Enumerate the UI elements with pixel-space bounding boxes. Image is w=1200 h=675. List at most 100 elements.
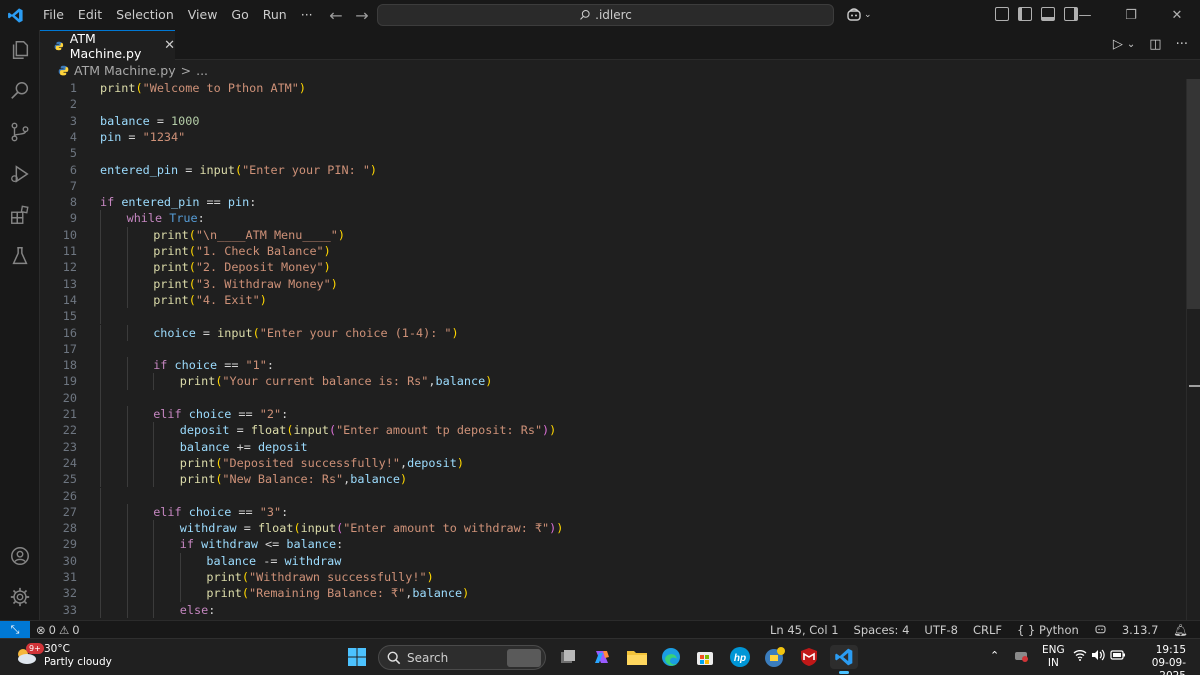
copilot-button[interactable]: ⌄	[846, 7, 872, 23]
volume-icon[interactable]	[1091, 649, 1105, 664]
code-line[interactable]: 19 print("Your current balance is: Rs",ba…	[40, 373, 1186, 390]
problems-indicator[interactable]: ⊗ 0 ⚠ 0	[36, 621, 80, 639]
code-line[interactable]: 10 print("\n____ATM Menu____")	[40, 226, 1186, 243]
code-line[interactable]: 1 print("Welcome to Pthon ATM")	[40, 80, 1186, 96]
task-view-icon[interactable]	[556, 645, 580, 669]
code-line[interactable]: 14 print("4. Exit")	[40, 291, 1186, 309]
accounts-icon[interactable]	[8, 544, 32, 568]
code-line[interactable]: 17	[40, 340, 1186, 358]
code-line[interactable]: 31 print("Withdrawn successfully!")	[40, 569, 1186, 586]
copilot-app-icon[interactable]	[590, 645, 614, 669]
weather-widget[interactable]: 9+ 30°C Partly cloudy	[14, 643, 112, 669]
testing-flask-icon[interactable]	[8, 244, 32, 268]
menu-view[interactable]: View	[181, 0, 225, 30]
arrow-right-icon[interactable]: →	[354, 6, 370, 25]
scrollbar-thumb[interactable]	[1187, 79, 1200, 309]
code-line[interactable]: 6 entered_pin = input("Enter your PIN: ")	[40, 162, 1186, 178]
arrow-left-icon[interactable]: ←	[328, 6, 344, 25]
explorer-icon[interactable]	[8, 38, 32, 62]
code-line[interactable]: 32 print("Remaining Balance: ₹",balance)	[40, 585, 1186, 602]
code-line[interactable]: 30 balance -= withdraw	[40, 552, 1186, 569]
code-line[interactable]: 8 if entered_pin == pin:	[40, 194, 1186, 210]
settings-gear-icon[interactable]	[8, 585, 32, 609]
close-icon[interactable]: ✕	[164, 38, 175, 53]
breadcrumb-more[interactable]: ...	[196, 63, 208, 78]
code-line[interactable]: 3 balance = 1000	[40, 113, 1186, 129]
show-hidden-icons-chevron-icon[interactable]: ⌃	[990, 649, 999, 662]
wifi-icon[interactable]	[1073, 649, 1087, 664]
menu-selection[interactable]: Selection	[109, 0, 181, 30]
code-line[interactable]: 13 print("3. Withdraw Money")	[40, 275, 1186, 292]
restore-icon[interactable]: ❐	[1108, 0, 1154, 30]
code-line[interactable]: 22 deposit = float(input("Enter amount tp…	[40, 422, 1186, 439]
search-icon[interactable]	[8, 79, 32, 103]
start-windows-icon[interactable]	[345, 645, 369, 669]
file-explorer-icon[interactable]	[625, 645, 649, 669]
customize-layout-icon[interactable]	[995, 7, 1009, 21]
cursor-position[interactable]: Ln 45, Col 1	[770, 623, 839, 637]
breadcrumb-file[interactable]: ATM Machine.py	[74, 63, 176, 78]
menu-file[interactable]: File	[36, 0, 71, 30]
mcafee-icon[interactable]	[797, 645, 821, 669]
code-line[interactable]: 15	[40, 308, 1186, 325]
tray-app-icon[interactable]	[1014, 649, 1028, 666]
python-version[interactable]: 3.13.7	[1122, 623, 1159, 637]
run-and-debug-icon[interactable]	[8, 162, 32, 186]
code-editor[interactable]: 1 print("Welcome to Pthon ATM") 2 3 balance …	[40, 79, 1186, 620]
encoding[interactable]: UTF-8	[924, 623, 958, 637]
code-line[interactable]: 16 choice = input("Enter your choice (1-4…	[40, 324, 1186, 341]
menu-edit[interactable]: Edit	[71, 0, 109, 30]
code-line[interactable]: 33 else:	[40, 601, 1186, 618]
code-line[interactable]: 12 print("2. Deposit Money")	[40, 259, 1186, 276]
code-line[interactable]: 29 if withdraw <= balance:	[40, 536, 1186, 553]
tab-atm-machine-py[interactable]: ATM Machine.py ✕	[40, 30, 175, 61]
code-line[interactable]: 20	[40, 389, 1186, 406]
code-line[interactable]: 7	[40, 178, 1186, 194]
taskbar-clock[interactable]: 19:15 09-09-2025	[1130, 644, 1186, 675]
menu-more[interactable]: ···	[294, 0, 320, 30]
copilot-status-icon[interactable]	[1094, 623, 1107, 638]
editor-scrollbar[interactable]	[1186, 79, 1200, 620]
code-line[interactable]: 5	[40, 145, 1186, 161]
notifications-bell-icon[interactable]: 🔔︎	[1173, 623, 1188, 637]
code-line[interactable]: 27 elif choice == "3":	[40, 503, 1186, 521]
python-idle-app-icon[interactable]	[763, 645, 787, 669]
code-line[interactable]: 11 print("1. Check Balance")	[40, 243, 1186, 260]
code-line[interactable]: 4 pin = "1234"	[40, 129, 1186, 145]
menu-run[interactable]: Run	[256, 0, 294, 30]
remote-window-icon[interactable]: ⤡	[0, 621, 30, 639]
edge-browser-icon[interactable]	[659, 645, 683, 669]
vscode-taskbar-icon[interactable]	[830, 645, 858, 674]
close-icon[interactable]: ✕	[1154, 0, 1200, 30]
battery-icon[interactable]	[1110, 649, 1126, 664]
indentation[interactable]: Spaces: 4	[854, 623, 910, 637]
language-mode[interactable]: { } Python	[1017, 623, 1079, 637]
command-center-search[interactable]: .idlerc	[377, 4, 834, 26]
code-token: "Enter amount to withdraw: ₹"	[343, 521, 550, 536]
chevron-down-icon[interactable]: ⌄	[1127, 39, 1135, 50]
more-actions-icon[interactable]: ···	[1176, 37, 1188, 52]
code-line[interactable]: 25 print("New Balance: Rs",balance)	[40, 471, 1186, 488]
menu-go[interactable]: Go	[224, 0, 255, 30]
microsoft-store-icon[interactable]	[693, 645, 717, 669]
run-python-file-icon[interactable]: ▷	[1113, 37, 1123, 52]
code-line[interactable]: 9 while True:	[40, 210, 1186, 227]
toggle-panel-icon[interactable]	[1041, 7, 1055, 21]
minimize-icon[interactable]: —	[1062, 0, 1108, 30]
end-of-line[interactable]: CRLF	[973, 623, 1002, 637]
taskbar-search-input[interactable]: Search	[378, 645, 546, 670]
code-line[interactable]: 21 elif choice == "2":	[40, 406, 1186, 423]
line-number: 3	[69, 113, 77, 128]
code-line[interactable]: 26	[40, 487, 1186, 504]
code-line[interactable]: 18 if choice == "1":	[40, 357, 1186, 374]
extensions-icon[interactable]	[8, 203, 32, 227]
code-line[interactable]: 2	[40, 96, 1186, 112]
code-line[interactable]: 23 balance += deposit	[40, 438, 1186, 455]
input-language-indicator[interactable]: ENG IN	[1042, 644, 1065, 670]
toggle-primary-sidebar-icon[interactable]	[1018, 7, 1032, 21]
code-line[interactable]: 24 print("Deposited successfully!",deposi…	[40, 454, 1186, 472]
code-line[interactable]: 28 withdraw = float(input("Enter amount t…	[40, 520, 1186, 537]
split-editor-icon[interactable]: ◫	[1149, 37, 1161, 52]
hp-app-icon[interactable]: hp	[728, 645, 752, 669]
source-control-icon[interactable]	[8, 120, 32, 144]
